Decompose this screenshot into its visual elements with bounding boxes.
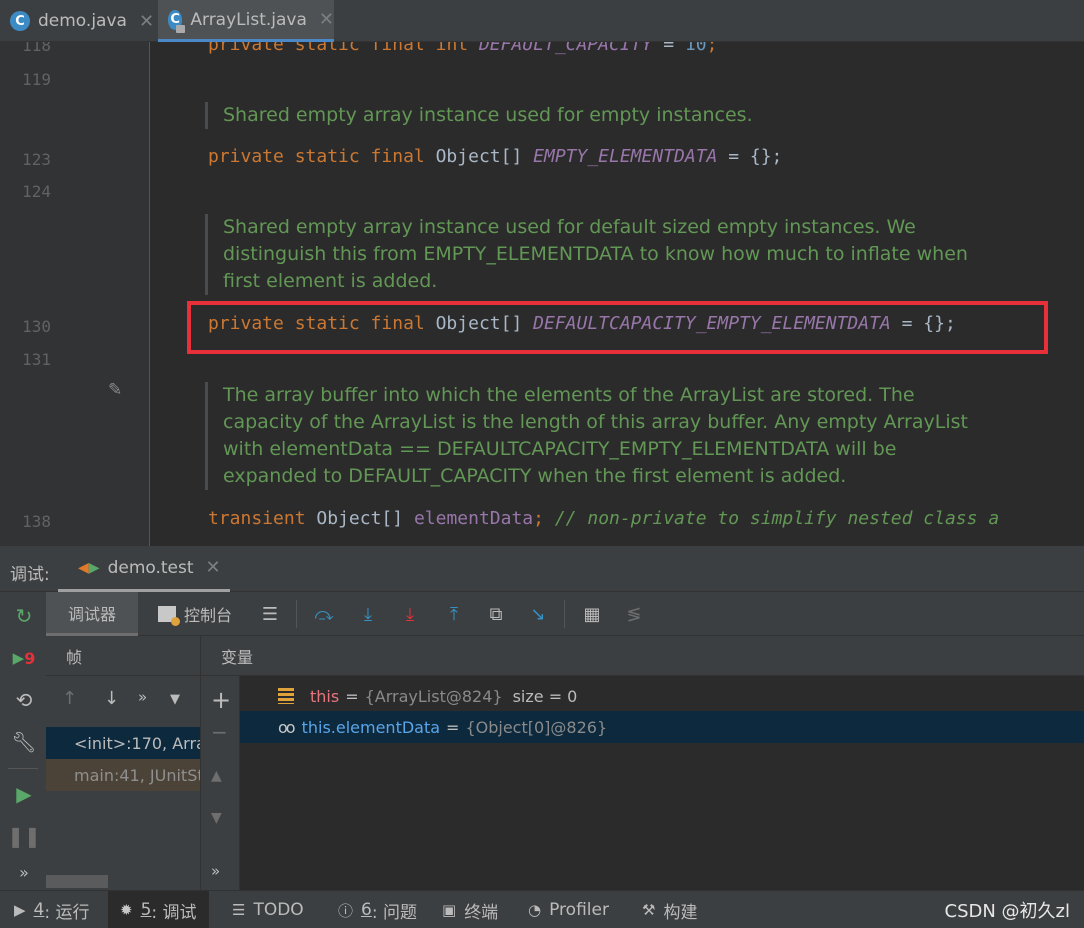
- step-out-icon[interactable]: ⤒: [442, 602, 466, 626]
- java-class-icon: C: [10, 11, 30, 31]
- add-watch-icon[interactable]: +: [211, 686, 231, 714]
- variable-row-selected[interactable]: oo this.elementData = {Object[0]@826}: [240, 711, 1084, 743]
- move-down-icon[interactable]: ▼: [211, 810, 222, 826]
- tab-console-label: 控制台: [184, 606, 233, 625]
- tab-demo-java[interactable]: C demo.java ✕: [10, 0, 154, 42]
- frames-toolbar: ↑ ↓ » ▼: [46, 676, 200, 724]
- chevron-down-icon[interactable]: ▼: [170, 692, 180, 707]
- hammer-icon: ⚒: [642, 901, 656, 919]
- arrow-down-icon[interactable]: ↓: [104, 688, 119, 709]
- trace-stream-icon[interactable]: ≶: [622, 602, 646, 626]
- pencil-icon[interactable]: ✎: [108, 380, 122, 400]
- variables-toolbar: + − ▲ ▼ »: [200, 676, 240, 890]
- tab-arraylist-java[interactable]: C ArrayList.java ✕: [158, 0, 334, 42]
- tab-console[interactable]: 控制台: [158, 592, 232, 636]
- code-line-123: private static final Object[] EMPTY_ELEM…: [208, 146, 783, 167]
- debug-subtabs: 调试器 控制台 ☰ ⤼ ⤓ ⤓ ⤒ ⧉ ↘ ▦ ≶: [46, 592, 1084, 636]
- frames-list: <init>:170, ArrayList main:41, JUnitStar…: [46, 724, 200, 890]
- debug-tool-window: 调试: ◀▶ demo.test ✕ ↻ ▶ 9 ⟲ 🔧︎ ▶ ❚❚ » 调试器 …: [0, 546, 1084, 890]
- red-highlight-box: [187, 301, 1048, 354]
- arrow-up-icon[interactable]: ↑: [62, 688, 77, 709]
- drop-frame-icon[interactable]: ⧉: [484, 602, 508, 626]
- frame-item[interactable]: main:41, JUnitStarter: [46, 759, 200, 791]
- tool-window-bar: ▶ 4: 运行 ✹ 5: 调试 ☰ TODO ⓘ 6: 问题 ▣ 终端 ◔ Pr…: [0, 890, 1084, 928]
- tab-label: ArrayList.java: [190, 9, 307, 30]
- code-line-138: transient Object[] elementData; // non-p…: [208, 508, 1000, 529]
- layout-menu-icon[interactable]: ☰: [258, 602, 282, 626]
- line-number: 124: [22, 182, 51, 201]
- close-icon[interactable]: ✕: [206, 557, 221, 578]
- info-icon: ⓘ: [338, 901, 354, 920]
- force-step-into-icon[interactable]: ⤓: [398, 602, 422, 626]
- bug-icon: ✹: [120, 901, 133, 919]
- debug-title: 调试:: [10, 565, 50, 585]
- session-label: demo.test: [107, 557, 194, 578]
- frame-item[interactable]: <init>:170, ArrayList: [46, 727, 200, 759]
- terminal-icon: ▣: [442, 901, 457, 919]
- debug-tool-button[interactable]: ✹ 5: 调试: [108, 891, 209, 928]
- evaluate-expression-icon[interactable]: ▦: [580, 602, 604, 626]
- line-number-gutter: 118 119 123 124 130 131 138 ✎: [0, 42, 150, 546]
- editor-tab-bar: C demo.java ✕ C ArrayList.java ✕: [0, 0, 1084, 42]
- run-to-cursor-icon[interactable]: ↘: [526, 602, 550, 626]
- code-line-118: private static final int DEFAULT_CAPACIT…: [208, 42, 718, 55]
- line-number: 123: [22, 150, 51, 169]
- javadoc-block: Shared empty array instance used for def…: [205, 214, 968, 295]
- run-config-icon: ◀▶: [78, 559, 100, 576]
- variable-value: {ArrayList@824}: [364, 686, 503, 706]
- close-icon[interactable]: ✕: [139, 11, 154, 32]
- more-icon[interactable]: »: [10, 858, 38, 886]
- horizontal-scrollbar[interactable]: [46, 875, 108, 888]
- profiler-tool-button[interactable]: ◔ Profiler: [528, 891, 609, 928]
- line-number: 118: [22, 42, 51, 55]
- variable-name: this.elementData: [301, 717, 441, 737]
- rerun-icon[interactable]: ↻: [10, 602, 38, 630]
- variable-extra: size = 0: [512, 686, 578, 706]
- terminal-tool-button[interactable]: ▣ 终端: [442, 891, 498, 928]
- pause-icon[interactable]: ❚❚: [7, 822, 41, 850]
- remove-watch-icon[interactable]: −: [211, 720, 228, 744]
- field-icon: [278, 688, 294, 704]
- more-icon[interactable]: »: [138, 688, 147, 706]
- restore-layout-icon[interactable]: ⟲: [10, 686, 38, 714]
- variable-row[interactable]: this = {ArrayList@824} size = 0: [240, 680, 1084, 712]
- javadoc-block: Shared empty array instance used for emp…: [205, 102, 753, 129]
- variable-value: {Object[0]@826}: [465, 717, 608, 737]
- variables-tree: this = {ArrayList@824} size = 0 oo this.…: [240, 676, 1084, 890]
- more-icon[interactable]: »: [211, 862, 220, 880]
- close-icon[interactable]: ✕: [319, 9, 334, 30]
- tab-label: demo.java: [38, 11, 127, 31]
- debug-session-tab[interactable]: ◀▶ demo.test ✕: [58, 546, 230, 592]
- code-editor[interactable]: 118 119 123 124 130 131 138 ✎ private st…: [0, 42, 1084, 546]
- variable-name: this: [310, 686, 340, 706]
- line-number: 131: [22, 350, 51, 369]
- problems-tool-button[interactable]: ⓘ 6: 问题: [338, 891, 417, 928]
- watch-glasses-icon: oo: [278, 717, 296, 737]
- variables-header: 变量: [200, 636, 1084, 676]
- show-execution-point-icon[interactable]: ⤼: [312, 602, 336, 626]
- line-number: 138: [22, 512, 51, 531]
- step-over-icon[interactable]: ⤓: [356, 602, 380, 626]
- console-icon: [158, 606, 180, 626]
- resume-icon[interactable]: ▶: [10, 780, 38, 808]
- csdn-watermark: CSDN @初久zl: [944, 901, 1071, 922]
- todo-tool-button[interactable]: ☰ TODO: [232, 891, 304, 928]
- settings-wrench-icon[interactable]: 🔧︎: [10, 728, 38, 756]
- profiler-icon: ◔: [528, 901, 542, 919]
- play-icon: ▶: [14, 901, 26, 919]
- rerun-failed-icon[interactable]: ▶ 9: [10, 644, 38, 672]
- debug-side-toolbar: ↻ ▶ 9 ⟲ 🔧︎ ▶ ❚❚ »: [0, 592, 46, 890]
- line-number: 119: [22, 70, 51, 89]
- build-tool-button[interactable]: ⚒ 构建: [642, 891, 697, 928]
- run-tool-button[interactable]: ▶ 4: 运行: [14, 891, 90, 928]
- tab-debugger[interactable]: 调试器: [46, 592, 138, 636]
- frames-header: 帧: [46, 636, 200, 676]
- javadoc-block: The array buffer into which the elements…: [205, 382, 968, 490]
- line-number: 130: [22, 317, 51, 336]
- move-up-icon[interactable]: ▲: [211, 768, 222, 784]
- java-class-locked-icon: C: [168, 9, 186, 33]
- debug-header: 调试: ◀▶ demo.test ✕: [0, 546, 1084, 592]
- list-icon: ☰: [232, 901, 246, 919]
